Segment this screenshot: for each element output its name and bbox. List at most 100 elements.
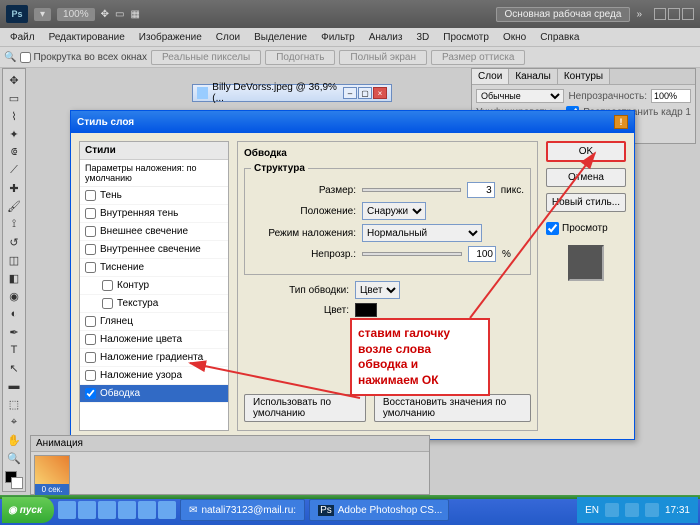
tab-paths[interactable]: Контуры [558, 69, 610, 84]
maximize-icon[interactable] [668, 8, 680, 20]
doc-close-icon[interactable]: × [373, 87, 387, 99]
lasso-tool-icon[interactable]: ⌇ [3, 107, 25, 125]
animation-tab[interactable]: Анимация [36, 438, 83, 449]
actual-pixels-button[interactable]: Реальные пикселы [151, 50, 261, 65]
menu-help[interactable]: Справка [534, 31, 585, 44]
ql-icon[interactable] [98, 501, 116, 519]
frame-duration[interactable]: 0 сек. [35, 484, 69, 495]
doc-min-icon[interactable]: – [343, 87, 357, 99]
wand-tool-icon[interactable]: ✦ [3, 125, 25, 143]
heal-tool-icon[interactable]: ✚ [3, 179, 25, 197]
minimize-icon[interactable] [654, 8, 666, 20]
menu-edit[interactable]: Редактирование [43, 31, 131, 44]
tray-icon[interactable] [645, 503, 659, 517]
position-select[interactable]: Снаружи [362, 202, 426, 220]
task-item-photoshop[interactable]: PsAdobe Photoshop CS... [309, 499, 449, 521]
new-style-button[interactable]: Новый стиль... [546, 193, 626, 212]
item-inner-shadow[interactable]: Внутренняя тень [80, 205, 228, 223]
fit-button[interactable]: Подогнать [265, 50, 335, 65]
item-color-overlay[interactable]: Наложение цвета [80, 331, 228, 349]
task-item-mail[interactable]: ✉natali73123@mail.ru: [180, 499, 305, 521]
item-inner-glow[interactable]: Внутреннее свечение [80, 241, 228, 259]
item-bevel[interactable]: Тиснение [80, 259, 228, 277]
marquee-tool-icon[interactable]: ▭ [3, 89, 25, 107]
menu-3d[interactable]: 3D [410, 31, 435, 44]
dialog-title-bar[interactable]: Стиль слоя ! [71, 111, 634, 133]
frame-thumb[interactable]: 0 сек. [34, 455, 70, 496]
eyedropper-tool-icon[interactable]: ⟋ [3, 161, 25, 179]
ql-icon[interactable] [78, 501, 96, 519]
dodge-tool-icon[interactable]: ◐ [3, 305, 25, 323]
make-default-button[interactable]: Использовать по умолчанию [244, 394, 366, 422]
item-gradient-overlay[interactable]: Наложение градиента [80, 349, 228, 367]
move-tool-icon[interactable]: ✥ [3, 71, 25, 89]
item-outer-glow[interactable]: Внешнее свечение [80, 223, 228, 241]
brush-tool-icon[interactable]: 🖌 [3, 197, 25, 215]
item-satin[interactable]: Глянец [80, 313, 228, 331]
tab-channels[interactable]: Каналы [509, 69, 558, 84]
tray-icon[interactable] [605, 503, 619, 517]
item-pattern-overlay[interactable]: Наложение узора [80, 367, 228, 385]
blending-options-row[interactable]: Параметры наложения: по умолчанию [80, 160, 228, 187]
reset-default-button[interactable]: Восстановить значения по умолчанию [374, 394, 531, 422]
ql-icon[interactable] [138, 501, 156, 519]
view-icon[interactable]: ▭ [115, 9, 124, 20]
eraser-tool-icon[interactable]: ◫ [3, 251, 25, 269]
cancel-button[interactable]: Отмена [546, 168, 626, 187]
scroll-all-checkbox[interactable]: Прокрутка во всех окнах [20, 52, 147, 63]
fill-type-select[interactable]: Цвет [355, 281, 400, 299]
3d-cam-icon[interactable]: ⌖ [3, 413, 25, 431]
print-size-button[interactable]: Размер оттиска [431, 50, 525, 65]
color-swatch[interactable] [5, 471, 23, 489]
collapse-icon[interactable]: » [636, 9, 642, 20]
lang-indicator[interactable]: EN [585, 505, 599, 516]
3d-tool-icon[interactable]: ⬚ [3, 395, 25, 413]
ok-button[interactable]: OK [546, 141, 626, 162]
doc-max-icon[interactable]: ▢ [358, 87, 372, 99]
ql-icon[interactable] [58, 501, 76, 519]
opacity-slider[interactable] [362, 252, 462, 256]
document-window-title[interactable]: Billy DeVorss.jpeg @ 36,9% (... – ▢ × [192, 84, 392, 102]
item-texture[interactable]: Текстура [80, 295, 228, 313]
item-contour[interactable]: Контур [80, 277, 228, 295]
hand-tool-icon[interactable]: ✥ [101, 9, 109, 20]
item-shadow[interactable]: Тень [80, 187, 228, 205]
pen-tool-icon[interactable]: ✒ [3, 323, 25, 341]
type-tool-icon[interactable]: T [3, 341, 25, 359]
tab-layers[interactable]: Слои [472, 69, 509, 84]
crop-tool-icon[interactable]: ⟃ [3, 143, 25, 161]
tray-icon[interactable] [625, 503, 639, 517]
path-tool-icon[interactable]: ↖ [3, 359, 25, 377]
alert-icon[interactable]: ! [614, 115, 628, 129]
zoom-tool-icon[interactable]: 🔍 [3, 449, 25, 467]
zoom-tool-icon[interactable]: 🔍 [4, 52, 16, 63]
blur-tool-icon[interactable]: ◉ [3, 287, 25, 305]
full-screen-button[interactable]: Полный экран [339, 50, 427, 65]
menu-select[interactable]: Выделение [248, 31, 313, 44]
menu-view[interactable]: Просмотр [437, 31, 495, 44]
menu-layer[interactable]: Слои [210, 31, 246, 44]
ql-icon[interactable] [158, 501, 176, 519]
workspace-switch-button[interactable]: Основная рабочая среда [496, 7, 631, 22]
ql-icon[interactable] [118, 501, 136, 519]
close-icon[interactable] [682, 8, 694, 20]
stroke-opacity-input[interactable] [468, 246, 496, 262]
arrange-icon[interactable]: ▦ [130, 9, 139, 20]
menu-analysis[interactable]: Анализ [363, 31, 409, 44]
opacity-input[interactable] [651, 89, 691, 103]
size-input[interactable] [467, 182, 495, 198]
zoom-level[interactable]: 100% [57, 8, 95, 21]
size-slider[interactable] [362, 188, 461, 192]
gradient-tool-icon[interactable]: ◧ [3, 269, 25, 287]
shape-tool-icon[interactable]: ▬ [3, 377, 25, 395]
menu-file[interactable]: Файл [4, 31, 41, 44]
menu-window[interactable]: Окно [497, 31, 532, 44]
color-swatch[interactable] [355, 303, 377, 317]
blend-select[interactable]: Нормальный [362, 224, 482, 242]
styles-header[interactable]: Стили [80, 142, 228, 160]
stamp-tool-icon[interactable]: ⟟ [3, 215, 25, 233]
clock[interactable]: 17:31 [665, 505, 690, 516]
blend-mode-select[interactable]: Обычные [476, 89, 564, 103]
hand-tool-icon[interactable]: ✋ [3, 431, 25, 449]
menu-filter[interactable]: Фильтр [315, 31, 361, 44]
